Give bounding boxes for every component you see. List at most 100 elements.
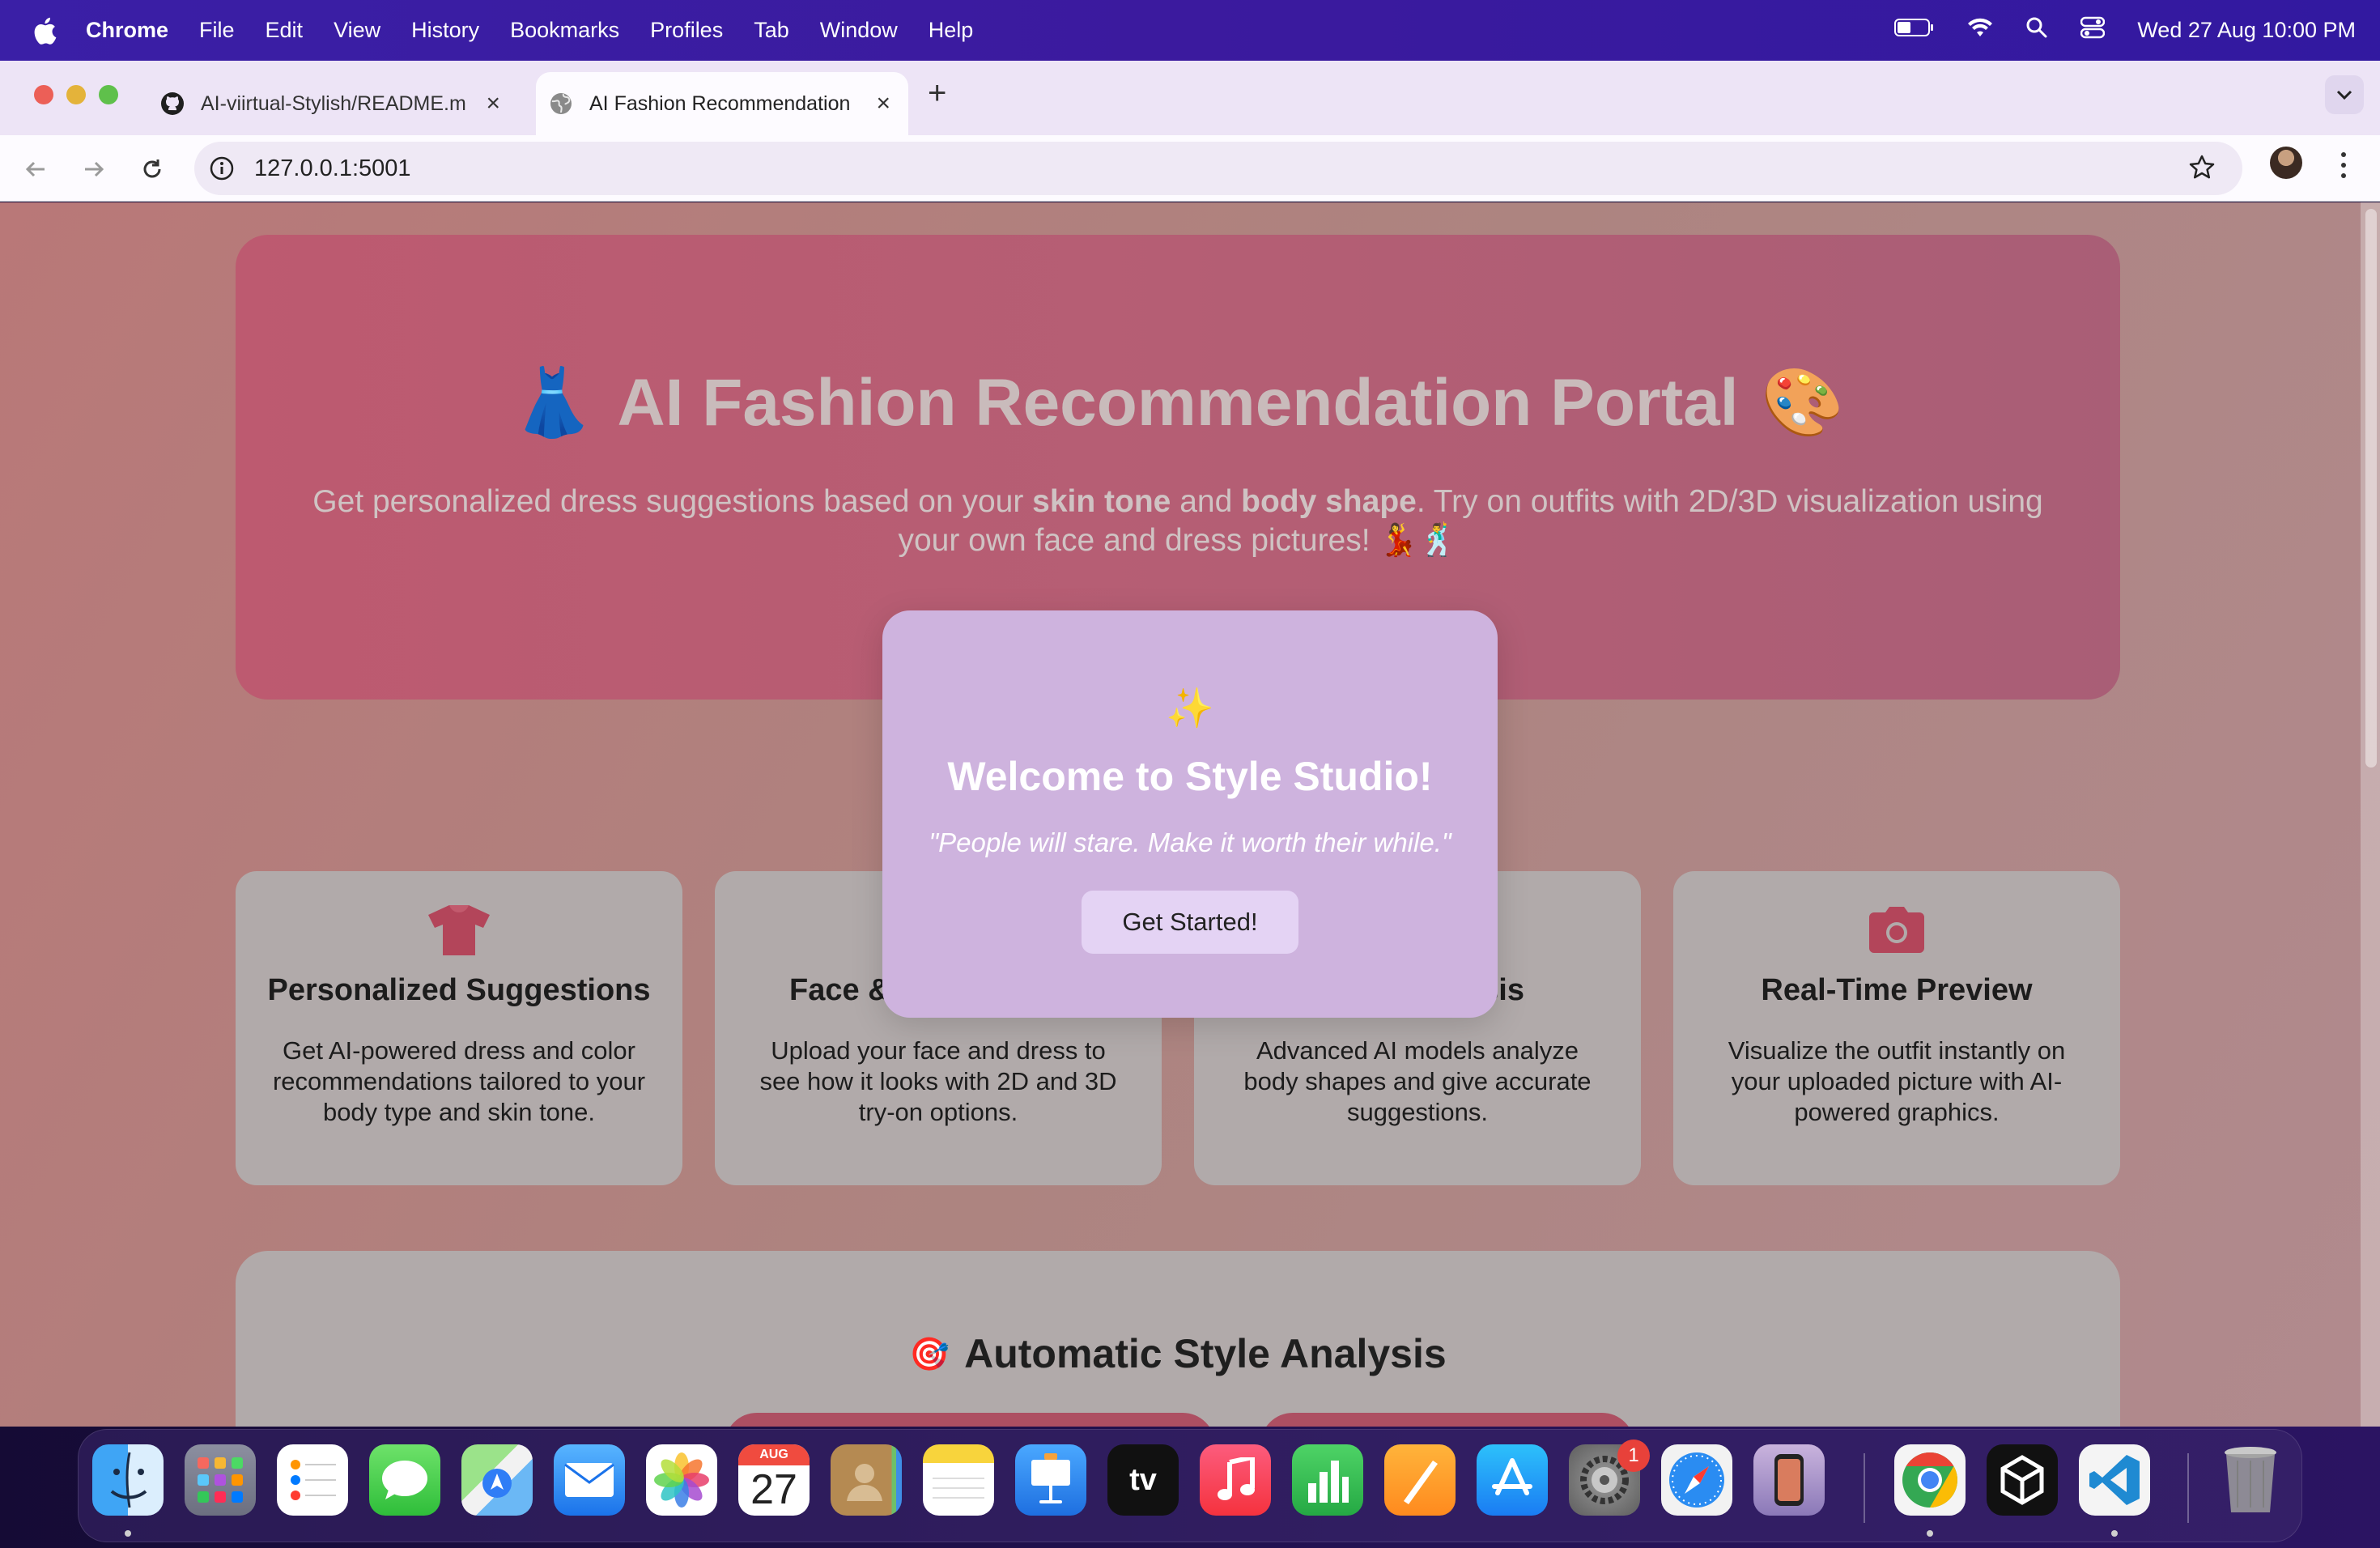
messages-icon[interactable] [369, 1444, 440, 1516]
pages-icon[interactable] [1384, 1444, 1456, 1516]
calendar-month: AUG [738, 1444, 810, 1465]
menu-clock[interactable]: Wed 27 Aug 10:00 PM [2137, 18, 2356, 43]
section-title: 🎯 Automatic Style Analysis [236, 1330, 2120, 1377]
card-title: Personalized Suggestions [267, 973, 651, 1007]
welcome-modal: ✨ Welcome to Style Studio! "People will … [882, 610, 1498, 1018]
section-title-text: Automatic Style Analysis [964, 1331, 1447, 1376]
apple-icon[interactable] [32, 16, 57, 45]
dress-emoji-icon: 👗 [512, 366, 595, 440]
subtitle-text: and [1171, 484, 1242, 519]
subtitle-skin-tone: skin tone [1032, 484, 1171, 519]
address-bar[interactable]: 127.0.0.1:5001 [194, 142, 2242, 195]
analysis-tab-button[interactable] [725, 1413, 1215, 1427]
new-tab-plus-icon[interactable]: + [928, 75, 946, 112]
dock-separator [1864, 1453, 1865, 1523]
window-minimize-button[interactable] [66, 85, 86, 104]
window-close-button[interactable] [34, 85, 53, 104]
back-arrow-icon[interactable] [19, 153, 52, 185]
numbers-icon[interactable] [1292, 1444, 1363, 1516]
hero-subtitle: Get personalized dress suggestions based… [279, 483, 2076, 560]
page-scrollbar-thumb[interactable] [2365, 209, 2377, 768]
running-indicator [1927, 1530, 1933, 1537]
tab-fashion-recommendation[interactable]: AI Fashion Recommendation × [536, 72, 908, 135]
feature-card-personalized[interactable]: Personalized Suggestions Get AI-powered … [236, 871, 682, 1185]
spotlight-search-icon[interactable] [2025, 16, 2048, 45]
bookmark-star-icon[interactable] [2187, 153, 2216, 186]
calendar-day: 27 [750, 1466, 797, 1513]
tab-search-chevron-icon[interactable] [2325, 75, 2364, 114]
page-title: 👗 AI Fashion Recommendation Portal 🎨 [236, 364, 2120, 442]
mail-icon[interactable] [554, 1444, 625, 1516]
settings-update-badge: 1 [1617, 1440, 1650, 1472]
reminders-icon[interactable] [277, 1444, 348, 1516]
style-analysis-section: 🎯 Automatic Style Analysis [236, 1251, 2120, 1427]
hero-title-text: AI Fashion Recommendation Portal [617, 366, 1739, 440]
target-emoji-icon: 🎯 [909, 1336, 950, 1372]
browser-toolbar: 127.0.0.1:5001 [0, 135, 2380, 202]
window-zoom-button[interactable] [99, 85, 118, 104]
finder-icon[interactable] [92, 1444, 164, 1516]
close-tab-icon[interactable]: × [876, 90, 890, 117]
tab-title: AI Fashion Recommendation [589, 91, 851, 115]
menu-help[interactable]: Help [929, 18, 974, 43]
card-text: Get AI-powered dress and color recommend… [272, 1036, 646, 1126]
subtitle-text: Get personalized dress suggestions based… [312, 484, 1033, 519]
modal-title: Welcome to Style Studio! [947, 754, 1433, 799]
get-started-button[interactable]: Get Started! [1082, 891, 1298, 954]
music-icon[interactable] [1200, 1444, 1271, 1516]
menu-app-name[interactable]: Chrome [86, 18, 168, 43]
wifi-icon[interactable] [1967, 17, 1993, 44]
site-info-icon[interactable] [207, 154, 236, 183]
unity-icon[interactable] [1987, 1444, 2058, 1516]
iphone-mirroring-icon[interactable] [1753, 1444, 1825, 1516]
control-center-icon[interactable] [2080, 16, 2106, 45]
menu-view[interactable]: View [334, 18, 380, 43]
profile-avatar[interactable] [2270, 147, 2302, 179]
vscode-icon[interactable] [2079, 1444, 2150, 1516]
trash-icon[interactable] [2215, 1444, 2286, 1516]
contacts-icon[interactable] [831, 1444, 902, 1516]
menu-bookmarks[interactable]: Bookmarks [510, 18, 619, 43]
menu-history[interactable]: History [411, 18, 479, 43]
feature-card-real-time-preview[interactable]: Real-Time Preview Visualize the outfit i… [1673, 871, 2120, 1185]
close-tab-icon[interactable]: × [486, 90, 500, 117]
battery-icon[interactable] [1894, 18, 1935, 43]
camera-icon [1864, 904, 1929, 957]
dock-separator [2187, 1453, 2189, 1523]
menu-tab[interactable]: Tab [754, 18, 789, 43]
photos-icon[interactable] [646, 1444, 717, 1516]
forward-arrow-icon[interactable] [78, 153, 110, 185]
modal-quote: "People will stare. Make it worth their … [929, 827, 1451, 857]
url-text[interactable]: 127.0.0.1:5001 [254, 155, 411, 182]
notes-icon[interactable] [923, 1444, 994, 1516]
chrome-menu-kebab-icon[interactable] [2331, 149, 2356, 181]
reload-icon[interactable] [136, 153, 168, 185]
card-title: Real-Time Preview [1761, 973, 2033, 1007]
maps-icon[interactable] [461, 1444, 533, 1516]
browser-tab-strip: AI-viirtual-Stylish/README.m × AI Fashio… [0, 61, 2380, 135]
card-text: Upload your face and dress to see how it… [759, 1036, 1117, 1126]
macos-menu-bar: Chrome File Edit View History Bookmarks … [0, 0, 2380, 61]
card-text: Visualize the outfit instantly on your u… [1728, 1036, 2066, 1126]
tab-title: AI-viirtual-Stylish/README.m [201, 91, 466, 115]
menu-window[interactable]: Window [820, 18, 898, 43]
menu-profiles[interactable]: Profiles [650, 18, 723, 43]
subtitle-body-shape: body shape [1241, 484, 1417, 519]
tv-icon[interactable]: tv [1107, 1444, 1179, 1516]
running-indicator [125, 1530, 131, 1537]
sparkle-icon: ✨ [1166, 687, 1214, 730]
menu-file[interactable]: File [199, 18, 235, 43]
page-scroll-track[interactable] [2361, 202, 2380, 1427]
tab-readme[interactable]: AI-viirtual-Stylish/README.m × [146, 72, 518, 135]
keynote-icon[interactable] [1015, 1444, 1086, 1516]
launchpad-icon[interactable] [185, 1444, 256, 1516]
running-indicator [2111, 1530, 2118, 1537]
menu-edit[interactable]: Edit [266, 18, 304, 43]
github-icon [160, 91, 185, 116]
globe-icon [549, 91, 573, 116]
chrome-icon[interactable] [1894, 1444, 1966, 1516]
safari-icon[interactable] [1661, 1444, 1732, 1516]
analysis-tab-button[interactable] [1260, 1413, 1634, 1427]
calendar-icon[interactable]: AUG 27 [738, 1444, 810, 1516]
app-store-icon[interactable] [1477, 1444, 1548, 1516]
